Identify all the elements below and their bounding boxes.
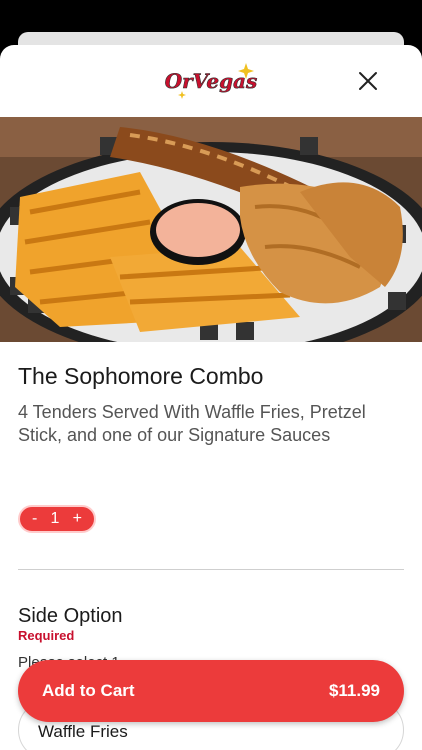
quantity-value: 1 (50, 510, 60, 527)
item-title: The Sophomore Combo (18, 363, 264, 389)
cart-price: $11.99 (328, 681, 380, 700)
item-modal: OrVegas The Sophomore Combo 4 Tenders Se… (0, 45, 422, 750)
divider (18, 569, 404, 570)
item-photo (0, 117, 422, 342)
add-to-cart-button[interactable]: Add to Cart $11.99 (18, 660, 404, 722)
side-option-title: Side Option (18, 605, 123, 627)
modal-header: OrVegas (0, 45, 422, 117)
brand-logo: OrVegas (164, 63, 258, 99)
quantity-stepper: - 1 + (18, 505, 96, 533)
side-option-label: Waffle Fries (38, 722, 128, 741)
decrement-button[interactable]: - (32, 510, 37, 528)
increment-button[interactable]: + (73, 510, 82, 528)
add-to-cart-label: Add to Cart (42, 681, 135, 700)
close-icon (359, 72, 377, 90)
item-description: 4 Tenders Served With Waffle Fries, Pret… (18, 402, 366, 445)
close-button[interactable] (358, 71, 378, 91)
required-label: Required (18, 628, 75, 643)
